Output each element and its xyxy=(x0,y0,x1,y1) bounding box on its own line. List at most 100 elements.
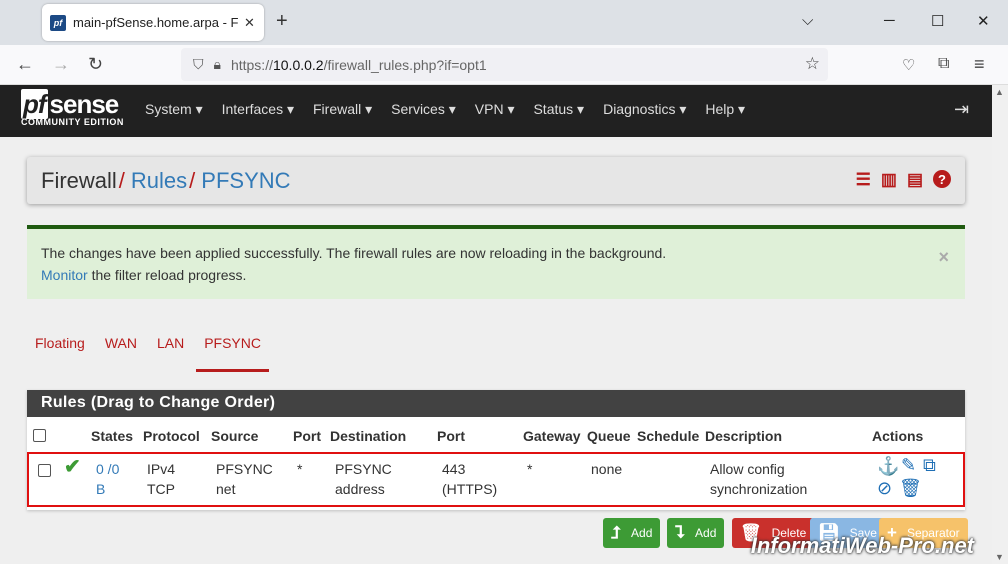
description-line2: synchronization xyxy=(710,481,808,497)
close-tab-icon[interactable]: ✕ xyxy=(244,15,255,31)
edit-pencil-icon[interactable]: ✎ xyxy=(901,455,916,476)
close-window-icon[interactable]: ✕ xyxy=(977,12,990,30)
new-tab-icon[interactable]: + xyxy=(276,10,288,33)
app-menu-icon[interactable]: ≡ xyxy=(974,54,985,75)
scroll-up-icon[interactable]: ▲ xyxy=(995,87,1004,97)
alert-line2: the filter reload progress. xyxy=(87,267,247,283)
browser-tab[interactable]: pf main-pfSense.home.arpa - Fire ✕ xyxy=(42,4,264,41)
main-menu: System ▾ Interfaces ▾ Firewall ▾ Service… xyxy=(145,101,745,118)
copy-icon[interactable]: ⧉ xyxy=(923,455,936,476)
breadcrumb: Firewall/Rules/PFSYNC xyxy=(41,168,291,193)
col-source[interactable]: Source xyxy=(211,428,258,444)
bookmark-star-icon[interactable]: ☆ xyxy=(805,54,820,74)
edition-label: COMMUNITY EDITION xyxy=(21,117,124,127)
pass-check-icon: ✔ xyxy=(64,456,81,478)
maximize-icon[interactable]: ☐ xyxy=(931,12,944,30)
protocol-line2: TCP xyxy=(147,481,175,497)
anchor-icon[interactable]: ⚓ xyxy=(877,456,899,477)
minimize-icon[interactable]: ─ xyxy=(884,12,895,29)
destination-line2: address xyxy=(335,481,385,497)
browser-tabstrip: pf main-pfSense.home.arpa - Fire ✕ + ⌵ ─… xyxy=(0,0,1008,45)
address-bar[interactable]: ⛉ 🔒︎ https://10.0.0.2/firewall_rules.php… xyxy=(181,48,828,81)
tab-pfsync[interactable]: PFSYNC xyxy=(196,334,269,372)
forward-icon[interactable]: → xyxy=(52,54,70,75)
add-bottom-label: Add xyxy=(695,526,717,540)
add-top-button[interactable]: ⮥ Add xyxy=(603,518,661,548)
col-dest-port[interactable]: Port xyxy=(437,428,465,444)
menu-help[interactable]: Help ▾ xyxy=(705,101,745,118)
tab-title: main-pfSense.home.arpa - Fire xyxy=(73,15,238,30)
monitor-link[interactable]: Monitor xyxy=(41,267,88,283)
menu-vpn[interactable]: VPN ▾ xyxy=(475,101,515,118)
extensions-icon[interactable]: ⧉ xyxy=(938,55,949,73)
col-protocol[interactable]: Protocol xyxy=(143,428,200,444)
tab-floating[interactable]: Floating xyxy=(27,334,93,372)
dest-port-line1: 443 xyxy=(442,461,466,477)
arrow-down-icon: ⮧ xyxy=(675,523,686,542)
gateway: * xyxy=(527,461,533,477)
page-scrollbar[interactable]: ▲ ▼ xyxy=(992,85,1008,564)
menu-system[interactable]: System ▾ xyxy=(145,101,203,118)
rules-panel: Rules (Drag to Change Order) States Prot… xyxy=(27,390,965,510)
shield-icon[interactable]: ⛉ xyxy=(193,56,204,73)
menu-status[interactable]: Status ▾ xyxy=(533,101,584,118)
col-queue[interactable]: Queue xyxy=(587,428,631,444)
breadcrumb-rules[interactable]: Rules xyxy=(131,168,187,193)
interface-tabs: Floating WAN LAN PFSYNC xyxy=(27,334,273,372)
breadcrumb-panel: Firewall/Rules/PFSYNC ☰ ▥ ▤ ? xyxy=(27,157,965,204)
col-source-port[interactable]: Port xyxy=(293,428,321,444)
url-text: https://10.0.0.2/firewall_rules.php?if=o… xyxy=(230,56,487,73)
states-link[interactable]: 0 /0 xyxy=(96,459,119,479)
col-destination[interactable]: Destination xyxy=(330,428,406,444)
select-all-checkbox[interactable] xyxy=(33,429,46,442)
source-line1: PFSYNC xyxy=(216,461,273,477)
reload-icon[interactable]: ↻ xyxy=(88,54,103,75)
help-icon[interactable]: ? xyxy=(933,170,951,188)
col-description[interactable]: Description xyxy=(705,428,782,444)
protocol-line1: IPv4 xyxy=(147,461,176,477)
back-icon[interactable]: ← xyxy=(16,54,34,75)
menu-diagnostics[interactable]: Diagnostics ▾ xyxy=(603,101,686,118)
breadcrumb-firewall: Firewall xyxy=(41,168,117,193)
source-line2: net xyxy=(216,481,236,497)
row-checkbox[interactable] xyxy=(38,464,51,477)
bar-chart-icon[interactable]: ▥ xyxy=(881,170,897,190)
scroll-down-icon[interactable]: ▼ xyxy=(995,552,1004,562)
add-top-label: Add xyxy=(631,526,653,540)
pfsense-navbar: pf sense COMMUNITY EDITION System ▾ Inter… xyxy=(0,85,992,137)
tab-list-chevron-icon[interactable]: ⌵ xyxy=(802,12,813,29)
tab-wan[interactable]: WAN xyxy=(97,334,145,372)
col-states[interactable]: States xyxy=(91,428,133,444)
pfsense-logo[interactable]: pf sense COMMUNITY EDITION xyxy=(21,89,124,128)
menu-interfaces[interactable]: Interfaces ▾ xyxy=(222,101,294,118)
menu-firewall[interactable]: Firewall ▾ xyxy=(313,101,372,118)
disable-icon[interactable]: ⊘ xyxy=(877,478,892,499)
col-schedule[interactable]: Schedule xyxy=(637,428,699,444)
description-line1: Allow config xyxy=(710,461,785,477)
close-alert-icon[interactable]: × xyxy=(938,247,949,268)
queue: none xyxy=(591,461,623,477)
states-bytes[interactable]: B xyxy=(96,479,105,499)
browser-navbar: ← → ↻ ⛉ 🔒︎ https://10.0.0.2/firewall_rul… xyxy=(0,45,1008,85)
dest-port-line2: (HTTPS) xyxy=(442,481,498,497)
pocket-icon[interactable]: ♡ xyxy=(902,56,915,74)
sliders-icon[interactable]: ☰ xyxy=(856,170,871,190)
col-gateway[interactable]: Gateway xyxy=(523,428,581,444)
menu-services[interactable]: Services ▾ xyxy=(391,101,456,118)
source-port: * xyxy=(297,461,303,477)
table-row[interactable]: ✔ 0 /0 B IPv4 TCP PFSYNC net * PFSYNC ad… xyxy=(27,452,965,507)
delete-trash-icon[interactable]: 🗑︎ xyxy=(899,478,922,499)
success-alert: The changes have been applied successful… xyxy=(27,225,965,299)
logout-icon[interactable]: ⇥ xyxy=(954,99,969,120)
add-bottom-button[interactable]: ⮧ Add xyxy=(667,518,725,548)
rules-panel-title: Rules (Drag to Change Order) xyxy=(27,390,965,417)
list-alt-icon[interactable]: ▤ xyxy=(907,170,923,190)
breadcrumb-pfsync[interactable]: PFSYNC xyxy=(201,168,290,193)
alert-line1: The changes have been applied successful… xyxy=(41,245,667,261)
tab-lan[interactable]: LAN xyxy=(149,334,192,372)
breadcrumb-icons: ☰ ▥ ▤ ? xyxy=(856,170,951,190)
col-actions: Actions xyxy=(872,428,924,444)
destination-line1: PFSYNC xyxy=(335,461,392,477)
pfsense-favicon-icon: pf xyxy=(50,14,66,31)
lock-icon[interactable]: 🔒︎ xyxy=(214,56,221,73)
